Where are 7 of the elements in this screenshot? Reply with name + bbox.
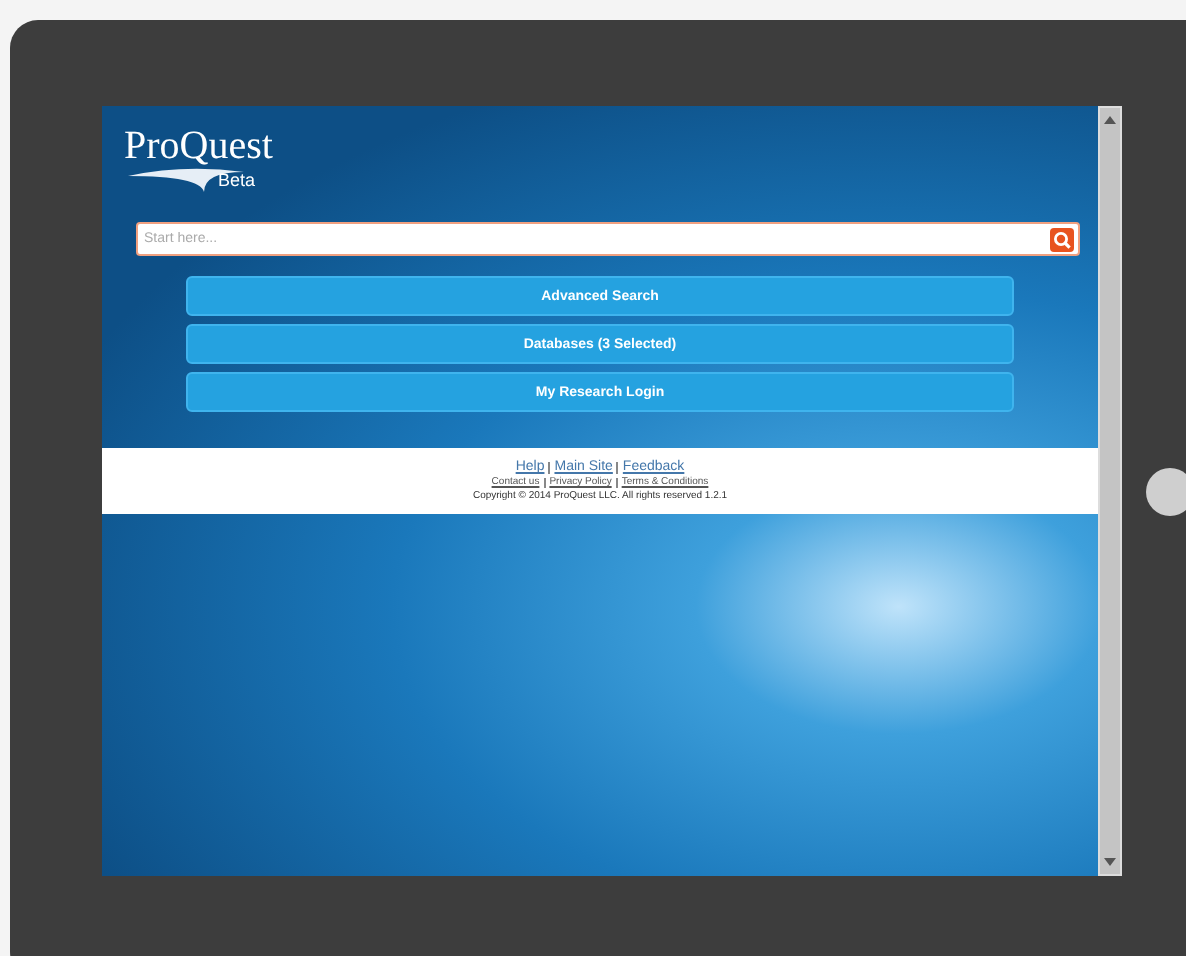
scrollbar[interactable] xyxy=(1098,106,1122,876)
logo-tag: Beta xyxy=(218,170,256,190)
scroll-down-icon[interactable] xyxy=(1104,858,1116,866)
scroll-up-icon[interactable] xyxy=(1104,116,1116,124)
logo-text: ProQuest xyxy=(124,124,275,168)
home-button[interactable] xyxy=(1146,467,1186,515)
search-icon[interactable] xyxy=(1050,227,1074,251)
